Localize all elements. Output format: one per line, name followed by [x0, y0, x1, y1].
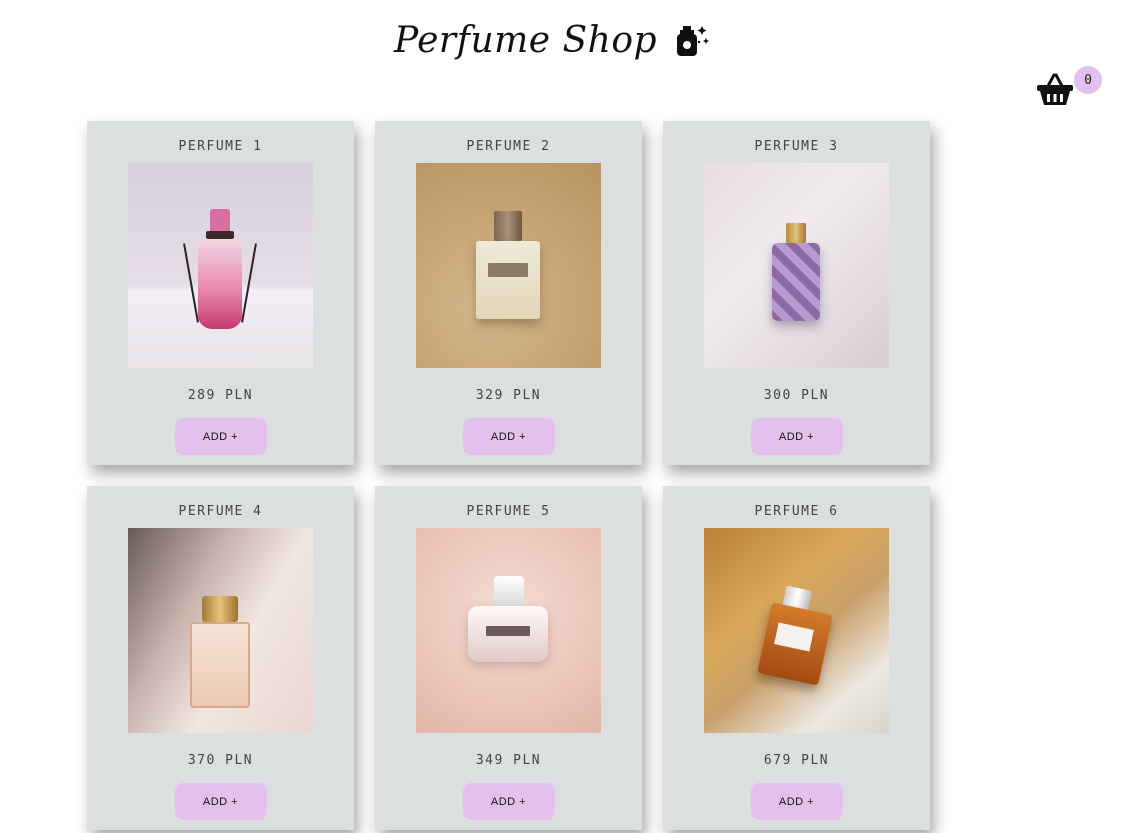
add-to-cart-button[interactable]: ADD +	[174, 418, 267, 455]
product-name: PERFUME 4	[178, 504, 263, 519]
add-to-cart-button[interactable]: ADD +	[750, 418, 843, 455]
product-card: PERFUME 3 300 PLN ADD +	[663, 121, 930, 465]
product-name: PERFUME 5	[466, 504, 551, 519]
product-grid: PERFUME 1 289 PLN ADD + PERFUME 2 329 PL…	[87, 121, 930, 830]
product-price: 349 PLN	[475, 753, 542, 768]
product-price: 329 PLN	[475, 388, 542, 403]
product-name: PERFUME 2	[466, 139, 551, 154]
product-name: PERFUME 3	[754, 139, 839, 154]
cart[interactable]: 0	[1036, 66, 1106, 110]
product-name: PERFUME 6	[754, 504, 839, 519]
product-price: 300 PLN	[763, 388, 830, 403]
perfume-bottle-sparkle-icon	[677, 26, 710, 56]
product-card: PERFUME 4 370 PLN ADD +	[87, 486, 354, 830]
site-title: Perfume Shop	[394, 12, 711, 68]
add-to-cart-button[interactable]: ADD +	[750, 783, 843, 820]
product-image	[128, 528, 313, 733]
product-image	[416, 528, 601, 733]
product-price: 289 PLN	[187, 388, 254, 403]
product-image	[128, 163, 313, 368]
add-to-cart-button[interactable]: ADD +	[174, 783, 267, 820]
add-to-cart-button[interactable]: ADD +	[462, 418, 555, 455]
product-card: PERFUME 5 349 PLN ADD +	[375, 486, 642, 830]
product-card: PERFUME 2 329 PLN ADD +	[375, 121, 642, 465]
basket-icon[interactable]	[1036, 72, 1074, 106]
product-image	[704, 163, 889, 368]
product-image	[704, 528, 889, 733]
cart-count-badge: 0	[1074, 66, 1102, 94]
product-card: PERFUME 1 289 PLN ADD +	[87, 121, 354, 465]
product-image	[416, 163, 601, 368]
add-to-cart-button[interactable]: ADD +	[462, 783, 555, 820]
site-title-text: Perfume Shop	[394, 19, 658, 61]
product-price: 679 PLN	[763, 753, 830, 768]
product-card: PERFUME 6 679 PLN ADD +	[663, 486, 930, 830]
product-price: 370 PLN	[187, 753, 254, 768]
product-name: PERFUME 1	[178, 139, 263, 154]
